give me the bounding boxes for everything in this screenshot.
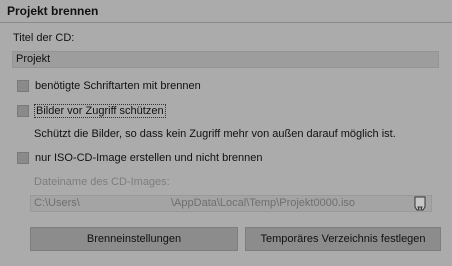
cd-title-label: Titel der CD: <box>13 32 75 44</box>
iso-only-checkbox[interactable] <box>17 152 29 164</box>
option-protect-images[interactable]: Bilder vor Zugriff schützen <box>17 104 166 118</box>
iso-path-end: \AppData\Local\Temp\Projekt0000.iso <box>171 197 356 209</box>
iso-filename-input[interactable]: C:\Users\ \AppData\Local\Temp\Projekt000… <box>30 195 432 212</box>
temp-directory-button[interactable]: Temporäres Verzeichnis festlegen <box>245 227 441 251</box>
iso-path-start: C:\Users\ <box>34 197 80 209</box>
option-iso-only[interactable]: nur ISO-CD-Image erstellen und nicht bre… <box>17 152 262 164</box>
file-browse-icon[interactable] <box>411 195 429 211</box>
protect-images-description: Schützt die Bilder, so dass kein Zugriff… <box>34 128 396 140</box>
section-title: Projekt brennen <box>7 4 99 18</box>
section-header: Projekt brennen <box>0 0 452 23</box>
embed-fonts-checkbox[interactable] <box>17 80 29 92</box>
protect-images-label: Bilder vor Zugriff schützen <box>34 104 166 118</box>
embed-fonts-label: benötigte Schriftarten mit brennen <box>35 80 201 92</box>
protect-images-checkbox[interactable] <box>17 105 29 117</box>
burn-settings-button[interactable]: Brenneinstellungen <box>30 227 238 251</box>
option-embed-fonts[interactable]: benötigte Schriftarten mit brennen <box>17 80 201 92</box>
cd-title-input[interactable]: Projekt <box>12 51 439 68</box>
iso-filename-label: Dateiname des CD-Images: <box>34 176 170 188</box>
iso-only-label: nur ISO-CD-Image erstellen und nicht bre… <box>35 152 263 164</box>
